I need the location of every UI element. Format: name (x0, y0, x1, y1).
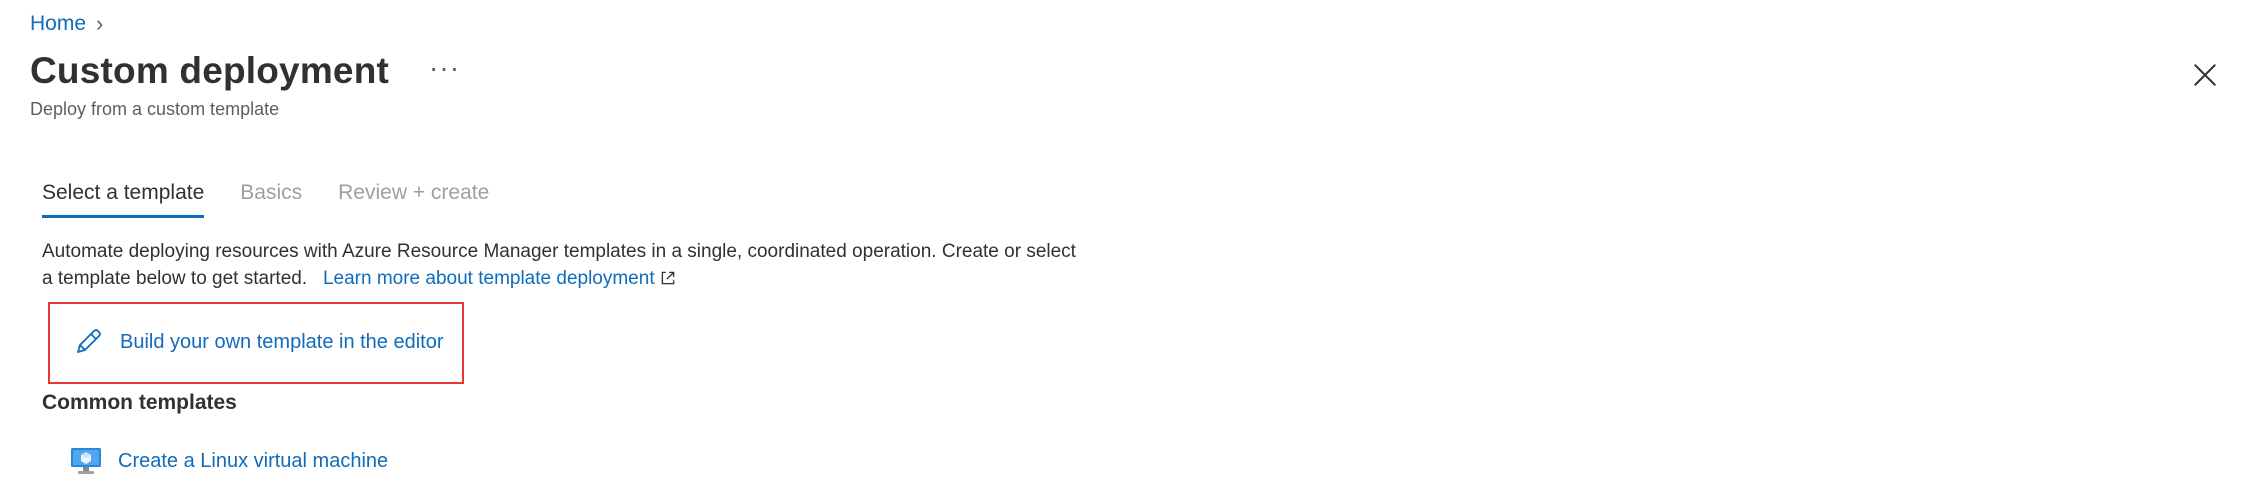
more-options-icon[interactable]: ··· (429, 52, 460, 84)
description: Automate deploying resources with Azure … (42, 238, 1082, 292)
build-own-template-label: Build your own template in the editor (120, 330, 444, 353)
external-link-icon (661, 271, 674, 285)
tab-basics[interactable]: Basics (240, 181, 302, 218)
build-template-highlight: Build your own template in the editor (48, 302, 464, 384)
pencil-icon (77, 329, 101, 353)
close-icon[interactable] (2192, 62, 2218, 88)
title-row: Custom deployment ··· (30, 50, 460, 92)
virtual-machine-icon (71, 448, 101, 474)
common-templates-heading: Common templates (42, 391, 237, 414)
create-linux-vm-link[interactable]: Create a Linux virtual machine (70, 446, 388, 476)
chevron-right-icon: › (96, 11, 104, 36)
build-own-template-link[interactable]: Build your own template in the editor (72, 326, 444, 358)
tab-review-create[interactable]: Review + create (338, 181, 489, 218)
wizard-tabs: Select a template Basics Review + create (42, 181, 489, 218)
page-title: Custom deployment (30, 50, 390, 91)
learn-more-link-label: Learn more about template deployment (322, 268, 655, 289)
page-subtitle: Deploy from a custom template (30, 99, 280, 119)
create-linux-vm-label: Create a Linux virtual machine (118, 449, 389, 472)
breadcrumb-home-link[interactable]: Home (30, 12, 86, 36)
learn-more-link[interactable]: Learn more about template deployment (323, 268, 677, 289)
breadcrumb: Home › (30, 12, 103, 36)
custom-deployment-page: Home › Custom deployment ··· Deploy from… (0, 0, 2256, 486)
tab-select-a-template[interactable]: Select a template (42, 181, 205, 218)
